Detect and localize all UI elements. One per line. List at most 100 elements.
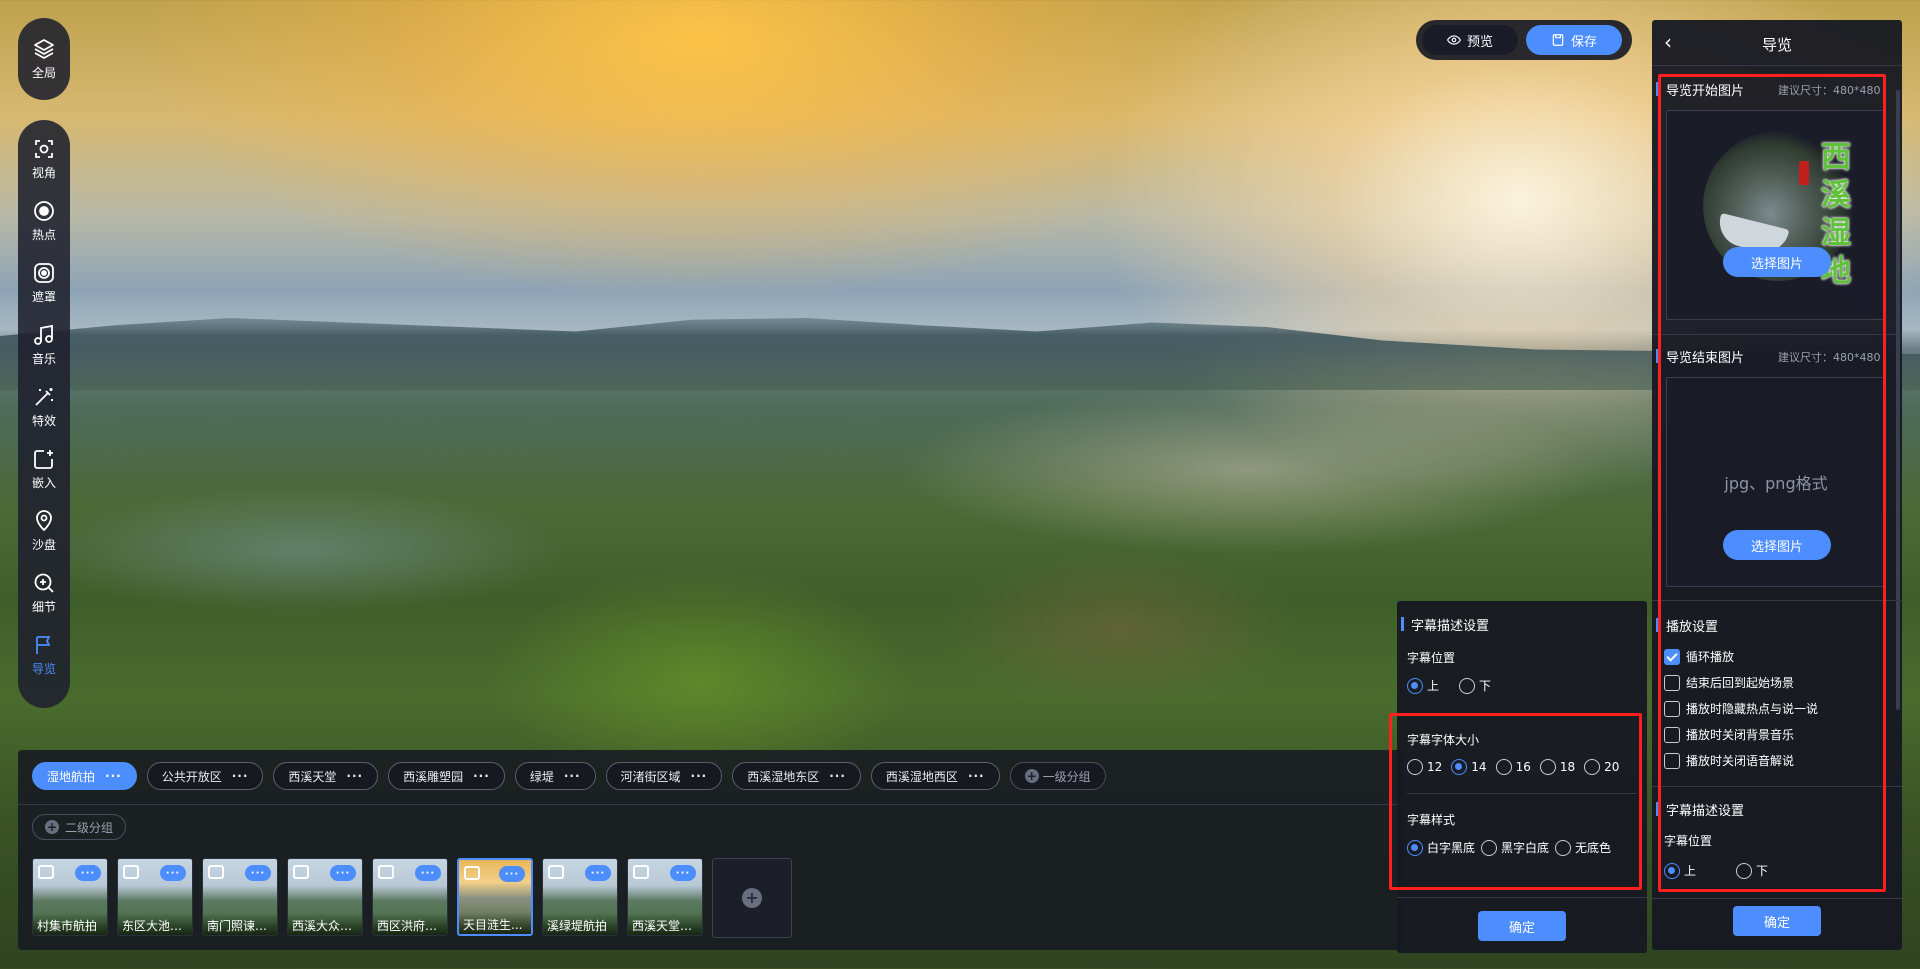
- more-icon[interactable]: ···: [691, 769, 708, 783]
- style-radio-no-background[interactable]: 无底色: [1555, 839, 1611, 856]
- group-tab[interactable]: 西溪雕塑园 ···: [388, 762, 505, 790]
- more-icon[interactable]: ···: [415, 865, 441, 881]
- toolbar-item-hotspot[interactable]: 热点: [18, 190, 70, 252]
- subtitle-position-radio-top[interactable]: 上: [1664, 862, 1696, 879]
- more-icon[interactable]: ···: [670, 865, 696, 881]
- font-size-label: 字幕字体大小: [1407, 733, 1480, 747]
- save-button[interactable]: 保存: [1526, 25, 1622, 55]
- more-icon[interactable]: ···: [473, 769, 490, 783]
- scene-panel: 湿地航拍 ··· 公共开放区 ··· 西溪天堂 ··· 西溪雕塑园 ··· 绿堤 ··· …: [18, 750, 1403, 950]
- scene-label: 西溪大众体...: [288, 913, 362, 935]
- checkbox-box[interactable]: [1664, 752, 1680, 769]
- toolbar-item-mask[interactable]: 遮罩: [18, 252, 70, 314]
- scene-thumb-selected[interactable]: ··· 天目涟生...: [457, 858, 533, 936]
- seal-graphic: [1799, 161, 1809, 185]
- group-tab-label: 公共开放区: [161, 769, 222, 784]
- toolbar-item-tour[interactable]: 导览: [18, 624, 70, 686]
- toolbar-item-label: 音乐: [31, 352, 56, 366]
- font-size-radio-14[interactable]: 14: [1451, 759, 1487, 775]
- checkbox-label: 播放时关闭语音解说: [1686, 754, 1795, 768]
- toolbar-item-viewpoint[interactable]: 视角: [18, 128, 70, 190]
- subtitle-position-radio-bottom[interactable]: 下: [1736, 862, 1768, 879]
- more-icon[interactable]: ···: [499, 866, 525, 882]
- scene-thumb[interactable]: ··· 西溪大众体...: [287, 858, 363, 936]
- embed-icon: [34, 450, 53, 469]
- toolbar-item-effects[interactable]: 特效: [18, 376, 70, 438]
- more-icon[interactable]: ···: [585, 865, 611, 881]
- scene-thumb[interactable]: ··· 溪绿堤航拍: [542, 858, 618, 936]
- choose-start-image-button[interactable]: 选择图片: [1723, 247, 1831, 277]
- preview-label: 预览: [1466, 34, 1493, 50]
- start-image-hint: 建议尺寸：480*480: [1778, 84, 1881, 97]
- top-action-bar: 预览 保存: [1416, 20, 1632, 60]
- add-subgroup-button[interactable]: + 二级分组: [32, 814, 127, 840]
- more-icon[interactable]: ···: [75, 865, 101, 881]
- scene-thumb[interactable]: ··· 南门照谏桥...: [202, 858, 278, 936]
- checkbox-box[interactable]: [1664, 700, 1680, 717]
- group-tab[interactable]: 西溪湿地东区 ···: [732, 762, 861, 790]
- group-tab[interactable]: 公共开放区 ···: [146, 762, 264, 790]
- add-group-button[interactable]: + 一级分组: [1009, 762, 1106, 790]
- toolbar-item-music[interactable]: 音乐: [18, 314, 70, 376]
- toolbar-main-group: 视角 热点 遮罩 音乐 特效 嵌入 沙盘 细节 导览: [18, 120, 70, 708]
- checkbox-mute-narration[interactable]: 播放时关闭语音解说: [1664, 752, 1794, 769]
- font-size-radio-20[interactable]: 20: [1584, 759, 1619, 775]
- group-tab-label: 西溪天堂: [288, 769, 337, 784]
- end-image-box[interactable]: jpg、png格式 选择图片: [1666, 377, 1886, 587]
- toolbar-item-label: 热点: [31, 228, 56, 242]
- checkbox-box[interactable]: [1664, 674, 1680, 691]
- toolbar-item-global[interactable]: 全局: [18, 18, 70, 100]
- scene-thumb[interactable]: ··· 村集市航拍: [32, 858, 108, 936]
- radio-dot: [1736, 862, 1753, 879]
- style-radio-black-on-white[interactable]: 黑字白底: [1481, 839, 1549, 856]
- scene-thumb[interactable]: ··· 西区洪府航拍: [372, 858, 448, 936]
- more-icon[interactable]: ···: [232, 769, 249, 783]
- group-tab[interactable]: 绿堤 ···: [514, 762, 596, 790]
- style-radio-white-on-black[interactable]: 白字黑底: [1407, 839, 1475, 856]
- more-icon[interactable]: ···: [564, 769, 581, 783]
- scene-thumb[interactable]: ··· 西溪天堂航拍: [627, 858, 703, 936]
- position-radio-bottom[interactable]: 下: [1459, 677, 1491, 694]
- checkbox-loop-play[interactable]: 循环播放: [1664, 648, 1734, 665]
- checkbox-box[interactable]: [1664, 726, 1680, 743]
- divider: [1652, 334, 1902, 335]
- more-icon[interactable]: ···: [160, 865, 186, 881]
- more-icon[interactable]: ···: [829, 769, 846, 783]
- checkbox-return-start[interactable]: 结束后回到起始场景: [1664, 674, 1794, 691]
- more-icon[interactable]: ···: [968, 769, 985, 783]
- toolbar-item-detail[interactable]: 细节: [18, 562, 70, 624]
- popup-confirm-button[interactable]: 确定: [1478, 911, 1566, 941]
- more-icon[interactable]: ···: [105, 769, 122, 783]
- layers-icon: [34, 39, 54, 59]
- toolbar-item-embed[interactable]: 嵌入: [18, 438, 70, 500]
- group-tab[interactable]: 湿地航拍 ···: [32, 762, 137, 790]
- add-scene-button[interactable]: +: [712, 858, 792, 938]
- font-size-radio-18[interactable]: 18: [1539, 759, 1575, 775]
- more-icon[interactable]: ···: [330, 865, 356, 881]
- radio-dot: [1407, 677, 1423, 694]
- start-image-box[interactable]: 西溪湿地 选择图片: [1666, 110, 1886, 320]
- choose-end-image-button[interactable]: 选择图片: [1723, 530, 1831, 560]
- toolbar-global-group: 全局: [18, 18, 70, 100]
- scrollbar[interactable]: [1896, 90, 1900, 710]
- position-radio-top[interactable]: 上: [1407, 677, 1439, 694]
- image-icon: [293, 865, 309, 879]
- more-icon[interactable]: ···: [245, 865, 271, 881]
- save-icon: [1552, 34, 1564, 46]
- checkbox-hide-hotspots[interactable]: 播放时隐藏热点与说一说: [1664, 700, 1818, 717]
- panel-confirm-button[interactable]: 确定: [1733, 906, 1821, 936]
- font-size-radio-12[interactable]: 12: [1407, 759, 1442, 775]
- toolbar-item-sandtable[interactable]: 沙盘: [18, 500, 70, 562]
- scene-thumbnails: ··· 村集市航拍 ··· 东区大池桥... ··· 南门照谏桥... ··· 西溪大众…: [32, 858, 792, 938]
- checkbox-mute-bgm[interactable]: 播放时关闭背景音乐: [1664, 726, 1794, 743]
- group-tab[interactable]: 西溪湿地西区 ···: [870, 762, 1000, 790]
- scene-thumb[interactable]: ··· 东区大池桥...: [117, 858, 193, 936]
- radio-label: 黑字白底: [1501, 841, 1550, 855]
- group-tab[interactable]: 河渚街区域 ···: [605, 762, 723, 790]
- font-size-radio-16[interactable]: 16: [1495, 759, 1531, 775]
- checkbox-box[interactable]: [1664, 648, 1680, 665]
- preview-button[interactable]: 预览: [1422, 25, 1518, 55]
- subtitle-position-radio-group: 上 下: [1664, 862, 1768, 879]
- group-tab[interactable]: 西溪天堂 ···: [273, 762, 379, 790]
- more-icon[interactable]: ···: [346, 769, 363, 783]
